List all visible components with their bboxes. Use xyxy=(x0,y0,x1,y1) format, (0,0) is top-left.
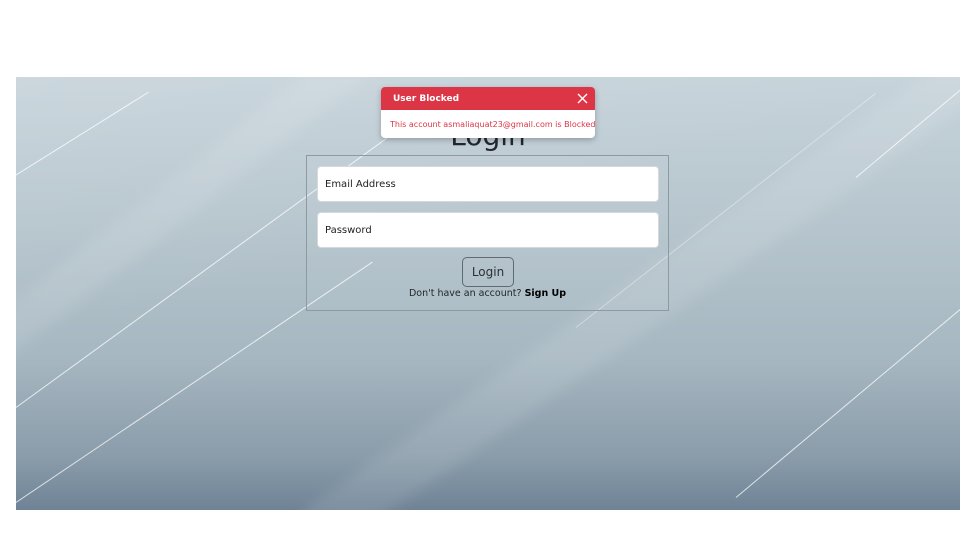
email-field[interactable] xyxy=(317,166,659,202)
signup-prompt: Don't have an account? Sign Up xyxy=(307,288,668,299)
error-toast: User Blocked This account asmaliaquat23@… xyxy=(381,87,595,138)
background-streak xyxy=(735,304,960,498)
close-icon[interactable] xyxy=(575,92,589,106)
signup-prompt-text: Don't have an account? xyxy=(408,288,522,299)
password-field[interactable] xyxy=(317,212,659,248)
app-viewport: Login Login Don't have an account? Sign … xyxy=(16,77,960,510)
toast-title: User Blocked xyxy=(393,93,460,104)
login-form: Login Don't have an account? Sign Up xyxy=(306,155,669,311)
login-button[interactable]: Login xyxy=(462,257,514,287)
signup-link[interactable]: Sign Up xyxy=(525,288,566,299)
toast-header: User Blocked xyxy=(381,87,595,110)
toast-message: This account asmaliaquat23@gmail.com is … xyxy=(390,119,595,129)
